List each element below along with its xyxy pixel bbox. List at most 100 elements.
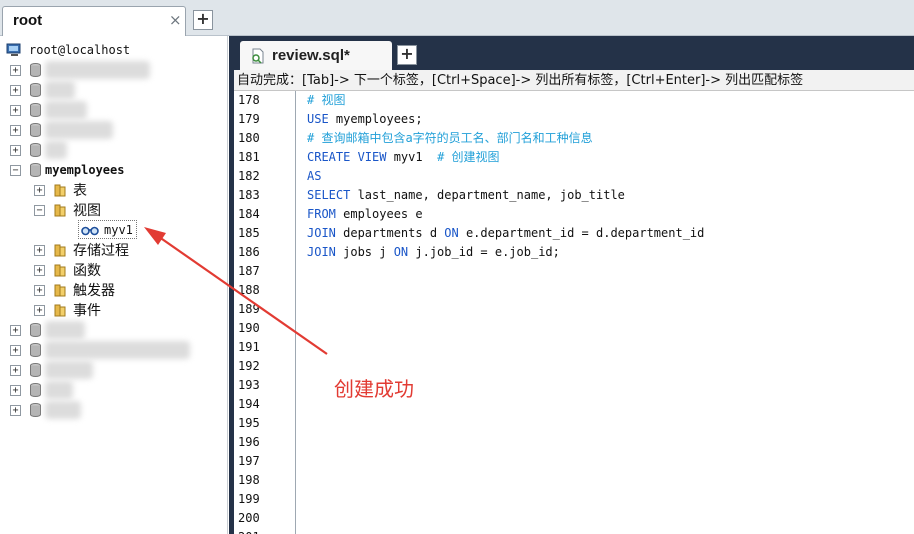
expand-icon[interactable]: + bbox=[10, 384, 21, 396]
code-text: last_name, department_name, job_title bbox=[350, 188, 625, 202]
connection-tab-strip: root × + bbox=[0, 0, 914, 36]
tree-database-node[interactable]: + bbox=[10, 400, 81, 420]
expand-icon[interactable]: + bbox=[10, 364, 21, 376]
tree-database-node[interactable]: + bbox=[10, 100, 87, 120]
connection-tab-label: root bbox=[13, 12, 43, 29]
database-icon bbox=[30, 123, 41, 137]
tree-database-node[interactable]: + bbox=[10, 380, 73, 400]
code-line: FROM employees e bbox=[307, 205, 423, 224]
line-number: 195 bbox=[238, 416, 260, 430]
tree-database-node[interactable]: + bbox=[10, 320, 85, 340]
obscured-database-name bbox=[45, 141, 67, 159]
autocomplete-hint-bar: 自动完成：[Tab]-> 下一个标签，[Ctrl+Space]-> 列出所有标签… bbox=[234, 70, 914, 91]
code-text: myv1 bbox=[386, 150, 438, 164]
query-tab-label: review.sql* bbox=[272, 47, 350, 64]
tree-folder-triggers[interactable]: + 触发器 bbox=[34, 280, 115, 300]
code-line: AS bbox=[307, 167, 321, 186]
line-number: 182 bbox=[238, 169, 260, 183]
tree-database-node[interactable]: + bbox=[10, 340, 190, 360]
expand-icon[interactable]: + bbox=[34, 304, 45, 316]
folder-icon bbox=[54, 264, 66, 276]
code-comment: # 创建视图 bbox=[437, 150, 500, 164]
tree-root-node[interactable]: root@localhost bbox=[6, 40, 130, 60]
expand-icon[interactable]: + bbox=[34, 284, 45, 296]
expand-icon[interactable]: + bbox=[10, 344, 21, 356]
sql-code-editor[interactable]: # 视图 USE myemployees; # 查询邮箱中包含a字符的员工名、部… bbox=[297, 91, 914, 534]
editor-tab-strip: review.sql* + bbox=[234, 36, 914, 70]
database-icon bbox=[30, 63, 41, 77]
connection-tab[interactable]: root × bbox=[2, 6, 186, 36]
close-icon[interactable]: × bbox=[169, 11, 182, 29]
tree-folder-views[interactable]: − 视图 bbox=[34, 200, 101, 220]
folder-icon bbox=[54, 184, 66, 196]
obscured-database-name bbox=[45, 401, 81, 419]
line-number: 189 bbox=[238, 302, 260, 316]
tree-view-myv1[interactable]: myv1 bbox=[78, 220, 137, 239]
expand-icon[interactable]: + bbox=[34, 184, 45, 196]
line-number-gutter: 178 179 180 181 182 183 184 185 186 187 … bbox=[234, 91, 296, 534]
expand-icon[interactable]: + bbox=[34, 244, 45, 256]
plus-icon: + bbox=[400, 44, 414, 63]
tree-folder-procedures[interactable]: + 存储过程 bbox=[34, 240, 129, 260]
tree-root-label: root@localhost bbox=[29, 43, 131, 57]
view-name: myv1 bbox=[104, 222, 133, 237]
folder-icon bbox=[54, 244, 66, 256]
collapse-icon[interactable]: − bbox=[10, 164, 21, 176]
expand-icon[interactable]: + bbox=[10, 324, 21, 336]
collapse-icon[interactable]: − bbox=[34, 204, 45, 216]
folder-label: 函数 bbox=[73, 263, 101, 279]
tree-database-myemployees[interactable]: − myemployees bbox=[10, 160, 124, 180]
expand-icon[interactable]: + bbox=[10, 144, 21, 156]
line-number: 193 bbox=[238, 378, 260, 392]
line-number: 188 bbox=[238, 283, 260, 297]
folder-icon bbox=[54, 284, 66, 296]
line-number: 184 bbox=[238, 207, 260, 221]
database-icon bbox=[30, 403, 41, 417]
line-number: 183 bbox=[238, 188, 260, 202]
annotation-text: 创建成功 bbox=[334, 377, 414, 401]
code-line: USE myemployees; bbox=[307, 110, 423, 129]
expand-icon[interactable]: + bbox=[10, 124, 21, 136]
code-text: j.job_id = e.job_id; bbox=[408, 245, 560, 259]
line-number: 192 bbox=[238, 359, 260, 373]
folder-icon bbox=[54, 304, 66, 316]
line-number: 186 bbox=[238, 245, 260, 259]
database-icon bbox=[30, 83, 41, 97]
code-text: e.department_id = d.department_id bbox=[458, 226, 705, 240]
obscured-database-name bbox=[45, 361, 93, 379]
line-number: 197 bbox=[238, 454, 260, 468]
line-number: 187 bbox=[238, 264, 260, 278]
obscured-database-name bbox=[45, 381, 73, 399]
line-number: 200 bbox=[238, 511, 260, 525]
expand-icon[interactable]: + bbox=[10, 64, 21, 76]
line-number: 181 bbox=[238, 150, 260, 164]
code-line: JOIN departments d ON e.department_id = … bbox=[307, 224, 704, 243]
new-query-tab-button[interactable]: + bbox=[397, 45, 417, 65]
line-number: 196 bbox=[238, 435, 260, 449]
expand-icon[interactable]: + bbox=[10, 84, 21, 96]
obscured-database-name bbox=[45, 101, 87, 119]
code-keyword: AS bbox=[307, 169, 322, 183]
tree-database-node[interactable]: + bbox=[10, 140, 67, 160]
folder-label: 视图 bbox=[73, 203, 101, 219]
line-number: 191 bbox=[238, 340, 260, 354]
expand-icon[interactable]: + bbox=[10, 404, 21, 416]
tree-database-node[interactable]: + bbox=[10, 360, 93, 380]
code-keyword: FROM bbox=[307, 207, 336, 221]
code-keyword: ON bbox=[444, 226, 459, 240]
tree-folder-functions[interactable]: + 函数 bbox=[34, 260, 101, 280]
new-connection-tab-button[interactable]: + bbox=[193, 10, 213, 30]
folder-label: 事件 bbox=[73, 303, 101, 319]
obscured-database-name bbox=[45, 121, 113, 139]
query-tab-review-sql[interactable]: review.sql* bbox=[240, 41, 392, 70]
tree-database-node[interactable]: + bbox=[10, 80, 75, 100]
tree-folder-events[interactable]: + 事件 bbox=[34, 300, 101, 320]
view-icon bbox=[81, 226, 99, 235]
expand-icon[interactable]: + bbox=[10, 104, 21, 116]
tree-database-node[interactable]: + bbox=[10, 60, 150, 80]
line-number: 198 bbox=[238, 473, 260, 487]
expand-icon[interactable]: + bbox=[34, 264, 45, 276]
code-keyword: JOIN bbox=[307, 226, 336, 240]
tree-database-node[interactable]: + bbox=[10, 120, 113, 140]
tree-folder-tables[interactable]: + 表 bbox=[34, 180, 87, 200]
